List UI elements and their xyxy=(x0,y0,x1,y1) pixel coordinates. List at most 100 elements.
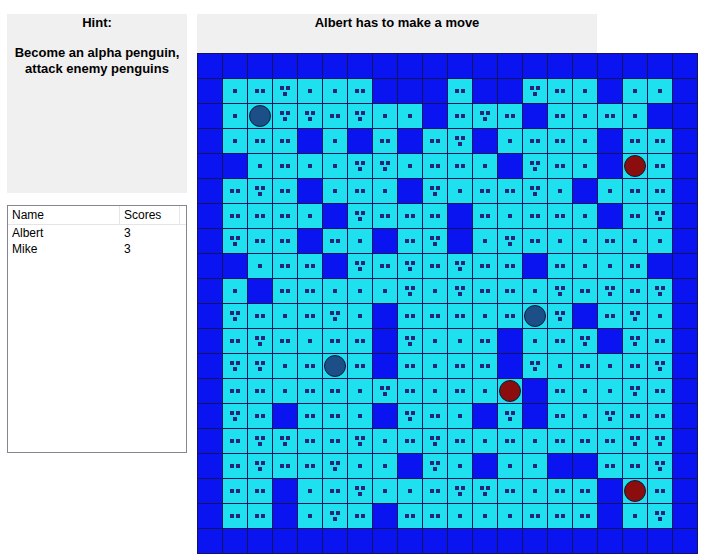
ice-tile[interactable] xyxy=(573,254,597,278)
ice-tile[interactable] xyxy=(623,154,647,178)
ice-tile[interactable] xyxy=(598,429,622,453)
ice-tile[interactable] xyxy=(448,479,472,503)
ice-tile[interactable] xyxy=(423,454,447,478)
ice-tile[interactable] xyxy=(548,279,572,303)
ice-tile[interactable] xyxy=(298,454,322,478)
ice-tile[interactable] xyxy=(348,429,372,453)
ice-tile[interactable] xyxy=(448,329,472,353)
ice-tile[interactable] xyxy=(548,204,572,228)
penguin-icon[interactable] xyxy=(249,105,271,127)
ice-tile[interactable] xyxy=(598,454,622,478)
ice-tile[interactable] xyxy=(473,304,497,328)
ice-tile[interactable] xyxy=(373,129,397,153)
ice-tile[interactable] xyxy=(648,404,672,428)
ice-tile[interactable] xyxy=(448,354,472,378)
ice-tile[interactable] xyxy=(273,204,297,228)
ice-tile[interactable] xyxy=(248,479,272,503)
ice-tile[interactable] xyxy=(398,229,422,253)
ice-tile[interactable] xyxy=(273,454,297,478)
ice-tile[interactable] xyxy=(448,254,472,278)
ice-tile[interactable] xyxy=(298,204,322,228)
ice-tile[interactable] xyxy=(398,479,422,503)
ice-tile[interactable] xyxy=(623,379,647,403)
ice-tile[interactable] xyxy=(323,329,347,353)
ice-tile[interactable] xyxy=(623,254,647,278)
ice-tile[interactable] xyxy=(423,379,447,403)
ice-tile[interactable] xyxy=(373,204,397,228)
ice-tile[interactable] xyxy=(448,304,472,328)
penguin-icon[interactable] xyxy=(624,155,646,177)
ice-tile[interactable] xyxy=(248,104,272,128)
ice-tile[interactable] xyxy=(473,479,497,503)
ice-tile[interactable] xyxy=(448,104,472,128)
ice-tile[interactable] xyxy=(523,429,547,453)
ice-tile[interactable] xyxy=(223,379,247,403)
ice-tile[interactable] xyxy=(548,179,572,203)
ice-tile[interactable] xyxy=(273,254,297,278)
ice-tile[interactable] xyxy=(523,329,547,353)
ice-tile[interactable] xyxy=(248,354,272,378)
ice-tile[interactable] xyxy=(548,129,572,153)
ice-tile[interactable] xyxy=(648,229,672,253)
ice-tile[interactable] xyxy=(273,279,297,303)
ice-tile[interactable] xyxy=(473,379,497,403)
ice-tile[interactable] xyxy=(523,479,547,503)
ice-tile[interactable] xyxy=(448,504,472,528)
ice-tile[interactable] xyxy=(573,154,597,178)
ice-tile[interactable] xyxy=(323,79,347,103)
ice-tile[interactable] xyxy=(648,129,672,153)
ice-tile[interactable] xyxy=(248,179,272,203)
ice-tile[interactable] xyxy=(448,179,472,203)
ice-tile[interactable] xyxy=(323,404,347,428)
ice-tile[interactable] xyxy=(298,79,322,103)
ice-tile[interactable] xyxy=(573,79,597,103)
ice-tile[interactable] xyxy=(648,204,672,228)
ice-tile[interactable] xyxy=(548,429,572,453)
ice-tile[interactable] xyxy=(448,129,472,153)
ice-tile[interactable] xyxy=(398,154,422,178)
ice-tile[interactable] xyxy=(523,204,547,228)
ice-tile[interactable] xyxy=(273,354,297,378)
ice-tile[interactable] xyxy=(398,329,422,353)
ice-tile[interactable] xyxy=(548,79,572,103)
column-header[interactable]: Name xyxy=(8,206,120,224)
ice-tile[interactable] xyxy=(623,129,647,153)
ice-tile[interactable] xyxy=(423,154,447,178)
ice-tile[interactable] xyxy=(523,179,547,203)
ice-tile[interactable] xyxy=(273,154,297,178)
ice-tile[interactable] xyxy=(548,504,572,528)
ice-tile[interactable] xyxy=(323,379,347,403)
ice-tile[interactable] xyxy=(398,254,422,278)
ice-tile[interactable] xyxy=(323,479,347,503)
ice-tile[interactable] xyxy=(548,354,572,378)
ice-tile[interactable] xyxy=(298,429,322,453)
ice-tile[interactable] xyxy=(648,79,672,103)
penguin-icon[interactable] xyxy=(499,380,521,402)
ice-tile[interactable] xyxy=(423,354,447,378)
ice-tile[interactable] xyxy=(448,379,472,403)
ice-tile[interactable] xyxy=(248,204,272,228)
ice-tile[interactable] xyxy=(548,304,572,328)
ice-tile[interactable] xyxy=(223,304,247,328)
ice-tile[interactable] xyxy=(223,79,247,103)
ice-tile[interactable] xyxy=(598,229,622,253)
ice-tile[interactable] xyxy=(548,379,572,403)
ice-tile[interactable] xyxy=(598,304,622,328)
ice-tile[interactable] xyxy=(548,254,572,278)
ice-tile[interactable] xyxy=(548,479,572,503)
ice-tile[interactable] xyxy=(548,154,572,178)
ice-tile[interactable] xyxy=(223,329,247,353)
ice-tile[interactable] xyxy=(373,104,397,128)
ice-tile[interactable] xyxy=(223,454,247,478)
ice-tile[interactable] xyxy=(348,479,372,503)
ice-tile[interactable] xyxy=(523,229,547,253)
ice-tile[interactable] xyxy=(623,454,647,478)
ice-tile[interactable] xyxy=(573,329,597,353)
ice-tile[interactable] xyxy=(248,454,272,478)
ice-tile[interactable] xyxy=(373,454,397,478)
ice-tile[interactable] xyxy=(248,154,272,178)
ice-tile[interactable] xyxy=(623,204,647,228)
ice-tile[interactable] xyxy=(248,379,272,403)
ice-tile[interactable] xyxy=(648,329,672,353)
ice-tile[interactable] xyxy=(498,454,522,478)
